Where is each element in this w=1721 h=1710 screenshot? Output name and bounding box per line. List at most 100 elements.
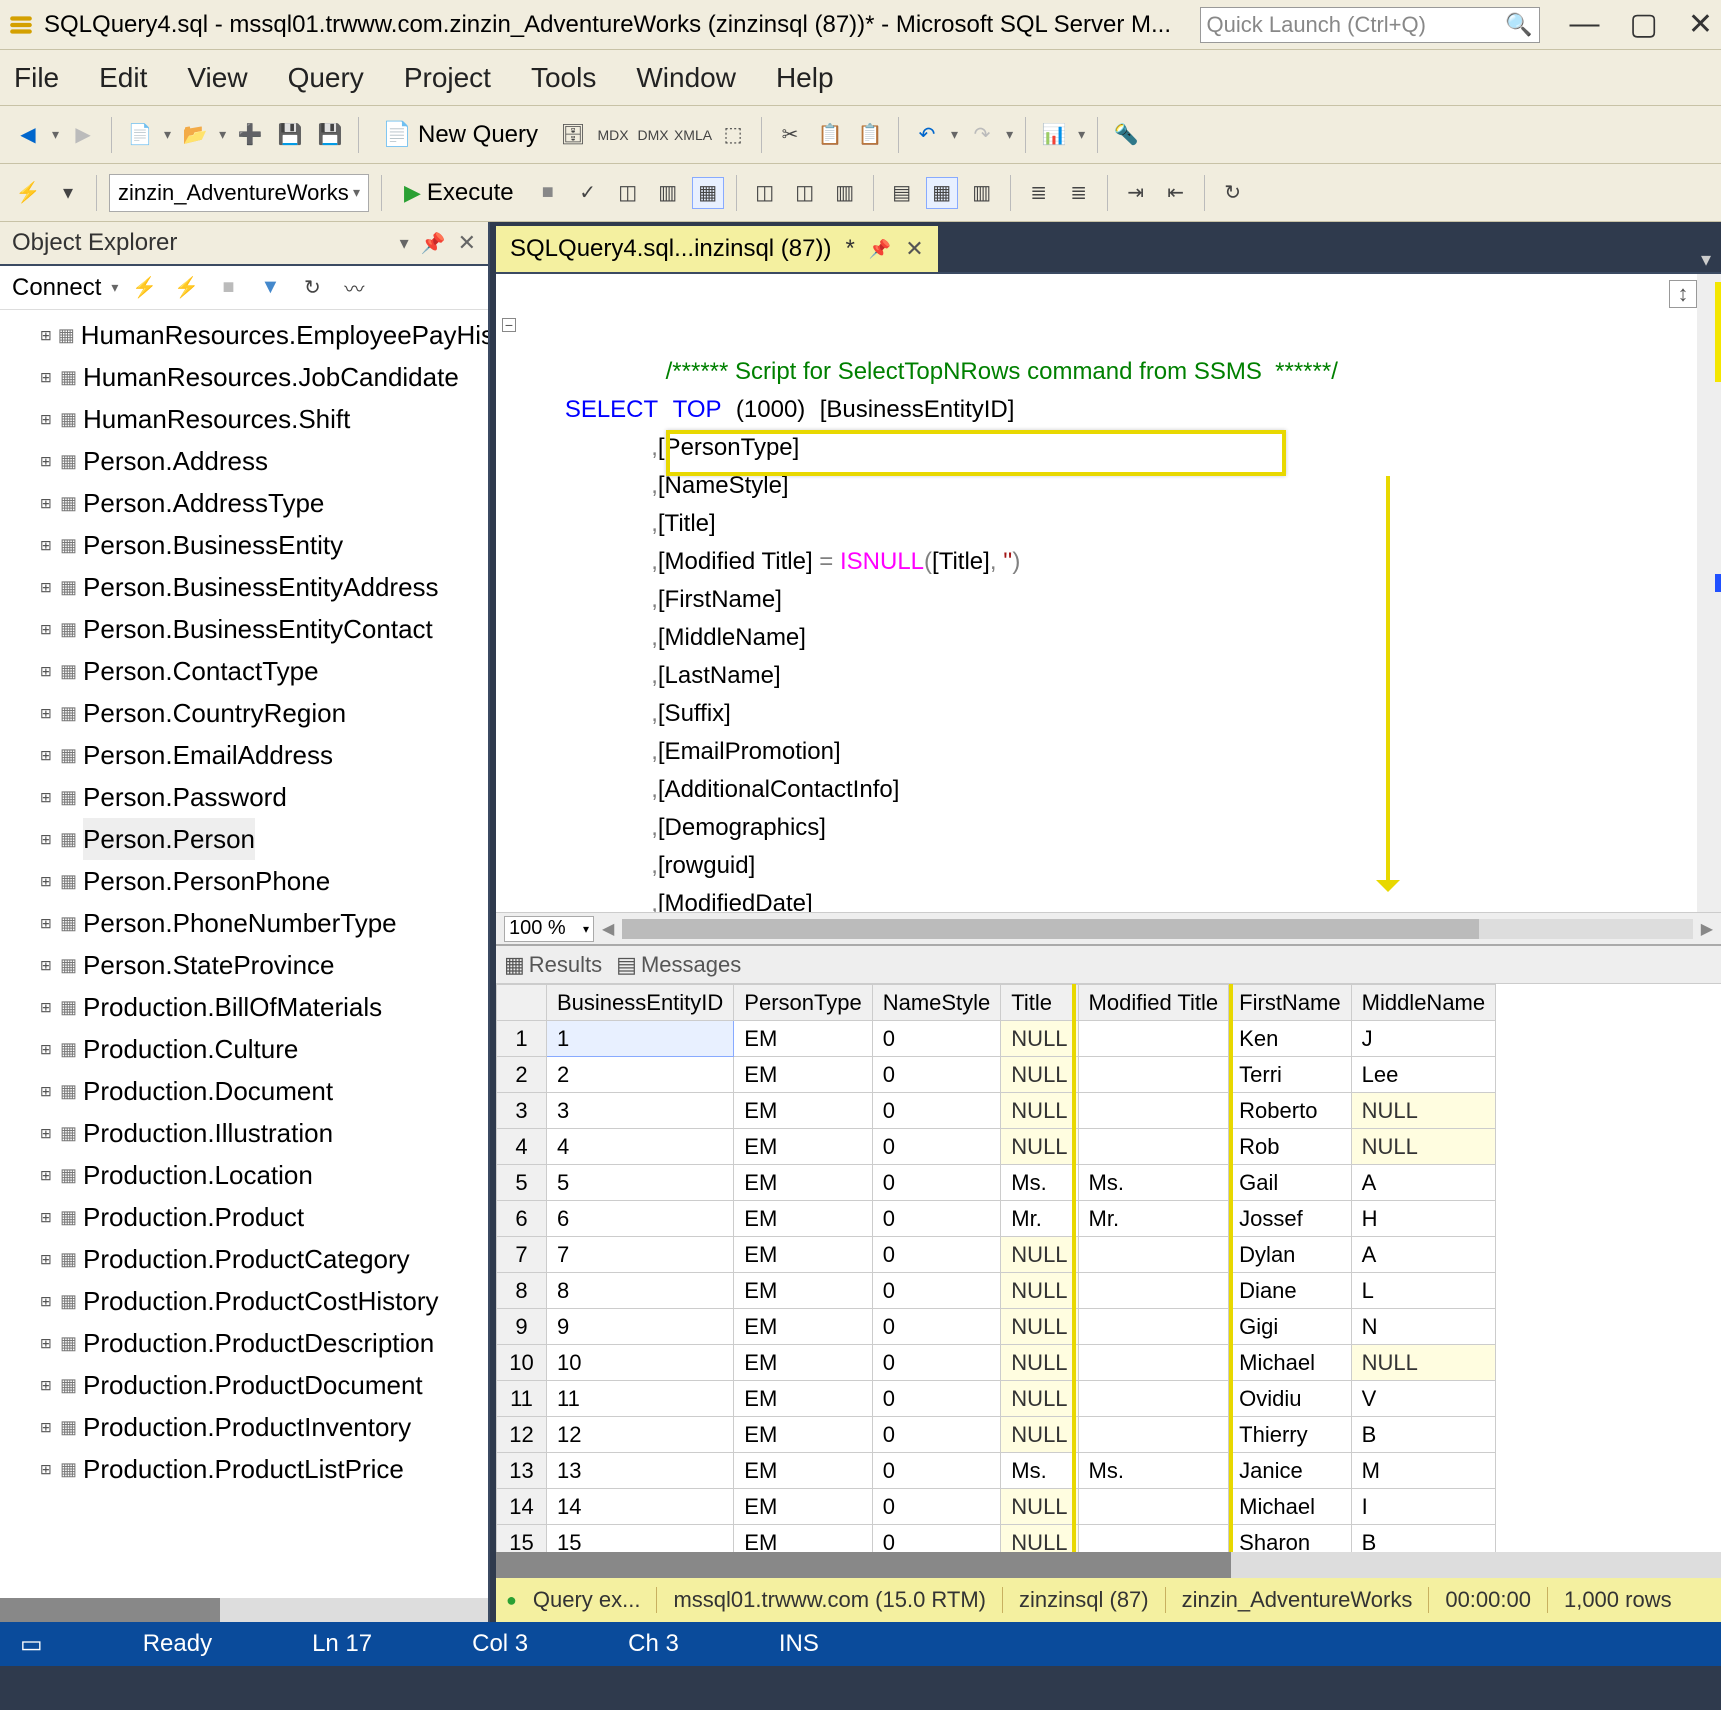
- table-cell[interactable]: EM: [734, 1417, 872, 1453]
- tree-node[interactable]: ⊞▦Person.CountryRegion: [40, 692, 488, 734]
- tab-overflow-icon[interactable]: ▾: [1691, 247, 1721, 272]
- tree-node[interactable]: ⊞▦Production.Product: [40, 1196, 488, 1238]
- expand-icon[interactable]: ⊞: [40, 1196, 54, 1238]
- panel-menu-icon[interactable]: ▾: [400, 233, 409, 254]
- outline-collapse-icon[interactable]: −: [502, 318, 516, 332]
- tree-node[interactable]: ⊞▦Production.ProductCategory: [40, 1238, 488, 1280]
- table-cell[interactable]: 13: [547, 1453, 734, 1489]
- expand-icon[interactable]: ⊞: [40, 314, 52, 356]
- table-cell[interactable]: N: [1351, 1309, 1496, 1345]
- menu-file[interactable]: File: [14, 62, 59, 94]
- tree-node[interactable]: ⊞▦Person.BusinessEntityAddress: [40, 566, 488, 608]
- expand-icon[interactable]: ⊞: [40, 692, 54, 734]
- filter-icon[interactable]: ▼: [254, 272, 286, 304]
- tree-node[interactable]: ⊞▦Person.AddressType: [40, 482, 488, 524]
- object-explorer-tree[interactable]: ⊞▦HumanResources.EmployeePayHistory⊞▦Hum…: [0, 310, 488, 1598]
- table-cell[interactable]: Janice: [1229, 1453, 1351, 1489]
- column-header[interactable]: BusinessEntityID: [547, 985, 734, 1021]
- table-cell[interactable]: 6: [547, 1201, 734, 1237]
- connection-icon[interactable]: ⚡: [12, 177, 44, 209]
- table-cell[interactable]: 0: [872, 1453, 1001, 1489]
- open-file-icon[interactable]: 📂: [179, 119, 211, 151]
- table-cell[interactable]: NULL: [1001, 1129, 1078, 1165]
- table-cell[interactable]: [1078, 1345, 1229, 1381]
- table-cell[interactable]: Ovidiu: [1229, 1381, 1351, 1417]
- expand-icon[interactable]: ⊞: [40, 1028, 54, 1070]
- table-cell[interactable]: Gigi: [1229, 1309, 1351, 1345]
- code-editor[interactable]: − /****** Script for SelectTopNRows comm…: [496, 274, 1697, 912]
- table-cell[interactable]: EM: [734, 1309, 872, 1345]
- table-cell[interactable]: 10: [547, 1345, 734, 1381]
- tree-node[interactable]: ⊞▦Production.ProductListPrice: [40, 1448, 488, 1490]
- add-icon[interactable]: ➕: [234, 119, 266, 151]
- editor-hscrollbar[interactable]: [622, 919, 1692, 939]
- table-cell[interactable]: 0: [872, 1129, 1001, 1165]
- minimize-button[interactable]: —: [1570, 7, 1600, 42]
- menu-help[interactable]: Help: [776, 62, 834, 94]
- table-cell[interactable]: EM: [734, 1201, 872, 1237]
- tree-node[interactable]: ⊞▦Production.Document: [40, 1070, 488, 1112]
- table-row[interactable]: 1010EM0NULLMichaelNULL: [497, 1345, 1496, 1381]
- table-cell[interactable]: [1078, 1489, 1229, 1525]
- table-cell[interactable]: [1078, 1381, 1229, 1417]
- table-cell[interactable]: 1: [497, 1021, 547, 1057]
- results-to-text-icon[interactable]: ▤: [886, 177, 918, 209]
- table-cell[interactable]: Rob: [1229, 1129, 1351, 1165]
- column-header[interactable]: PersonType: [734, 985, 872, 1021]
- table-cell[interactable]: 0: [872, 1417, 1001, 1453]
- table-row[interactable]: 1212EM0NULLThierryB: [497, 1417, 1496, 1453]
- tree-node[interactable]: ⊞▦Person.BusinessEntityContact: [40, 608, 488, 650]
- table-cell[interactable]: 14: [497, 1489, 547, 1525]
- expand-icon[interactable]: ⊞: [40, 1238, 54, 1280]
- table-cell[interactable]: NULL: [1351, 1345, 1496, 1381]
- tree-node[interactable]: ⊞▦Production.Culture: [40, 1028, 488, 1070]
- stop-icon[interactable]: ■: [212, 272, 244, 304]
- find-icon[interactable]: 🔦: [1110, 119, 1142, 151]
- table-row[interactable]: 22EM0NULLTerriLee: [497, 1057, 1496, 1093]
- table-cell[interactable]: 4: [547, 1129, 734, 1165]
- table-cell[interactable]: 6: [497, 1201, 547, 1237]
- tab-close-icon[interactable]: ✕: [905, 236, 923, 262]
- expand-icon[interactable]: ⊞: [40, 818, 54, 860]
- table-cell[interactable]: 3: [497, 1093, 547, 1129]
- table-cell[interactable]: Mr.: [1001, 1201, 1078, 1237]
- expand-icon[interactable]: ⊞: [40, 482, 54, 524]
- scrollbar-thumb[interactable]: [496, 1552, 1231, 1578]
- outdent-icon[interactable]: ⇤: [1160, 177, 1192, 209]
- table-cell[interactable]: 12: [547, 1417, 734, 1453]
- tab-pin-icon[interactable]: 📌: [869, 239, 891, 260]
- column-header[interactable]: NameStyle: [872, 985, 1001, 1021]
- table-cell[interactable]: V: [1351, 1381, 1496, 1417]
- table-cell[interactable]: [1078, 1273, 1229, 1309]
- table-cell[interactable]: EM: [734, 1489, 872, 1525]
- split-view-icon[interactable]: ↕: [1669, 280, 1697, 308]
- stop-icon[interactable]: ■: [532, 177, 564, 209]
- tree-node[interactable]: ⊞▦Person.StateProvince: [40, 944, 488, 986]
- table-cell[interactable]: 11: [497, 1381, 547, 1417]
- table-cell[interactable]: NULL: [1351, 1129, 1496, 1165]
- tree-node[interactable]: ⊞▦Person.Address: [40, 440, 488, 482]
- table-cell[interactable]: 11: [547, 1381, 734, 1417]
- table-cell[interactable]: EM: [734, 1093, 872, 1129]
- table-cell[interactable]: NULL: [1001, 1417, 1078, 1453]
- tree-node[interactable]: ⊞▦HumanResources.JobCandidate: [40, 356, 488, 398]
- change-connection-icon[interactable]: ▾: [52, 177, 84, 209]
- table-row[interactable]: 1313EM0Ms.Ms.JaniceM: [497, 1453, 1496, 1489]
- column-header[interactable]: MiddleName: [1351, 985, 1496, 1021]
- table-cell[interactable]: EM: [734, 1237, 872, 1273]
- table-cell[interactable]: NULL: [1351, 1093, 1496, 1129]
- table-cell[interactable]: [1078, 1525, 1229, 1553]
- save-all-icon[interactable]: 💾: [314, 119, 346, 151]
- table-cell[interactable]: Ms.: [1078, 1165, 1229, 1201]
- expand-icon[interactable]: ⊞: [40, 1322, 54, 1364]
- table-cell[interactable]: NULL: [1001, 1381, 1078, 1417]
- menu-edit[interactable]: Edit: [99, 62, 147, 94]
- table-cell[interactable]: 0: [872, 1489, 1001, 1525]
- table-cell[interactable]: M: [1351, 1453, 1496, 1489]
- table-cell[interactable]: Roberto: [1229, 1093, 1351, 1129]
- expand-icon[interactable]: ⊞: [40, 1406, 54, 1448]
- table-cell[interactable]: 2: [497, 1057, 547, 1093]
- database-combo[interactable]: zinzin_AdventureWorks ▾: [109, 174, 369, 212]
- table-row[interactable]: 55EM0Ms.Ms.GailA: [497, 1165, 1496, 1201]
- activity-monitor-icon[interactable]: 📊: [1038, 119, 1070, 151]
